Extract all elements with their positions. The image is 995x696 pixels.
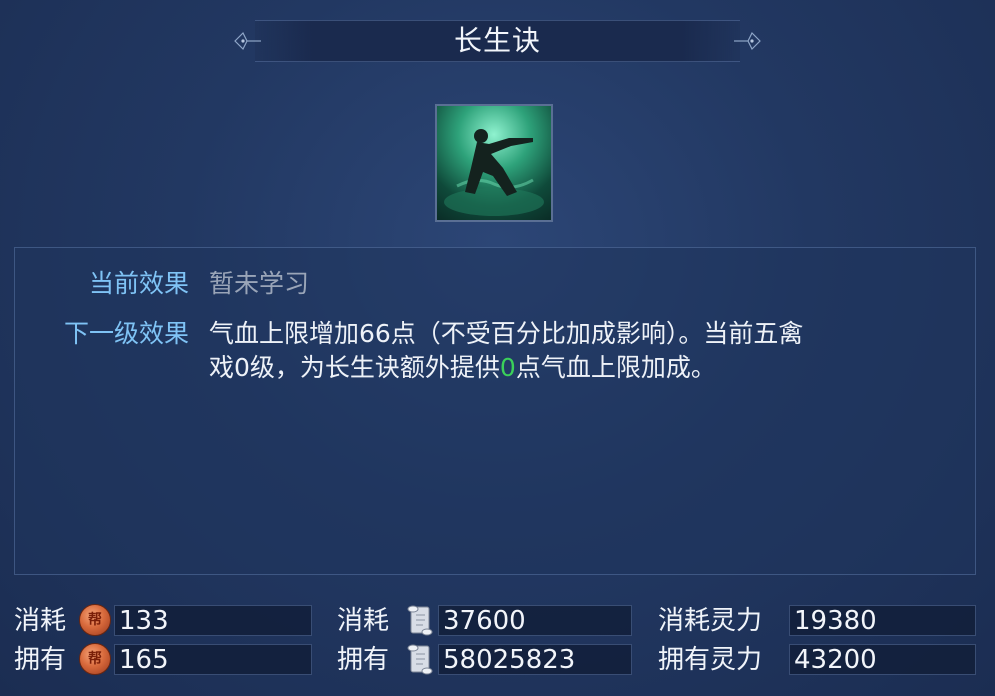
col3-own-label: 拥有灵力 bbox=[658, 645, 763, 675]
current-effect-value: 暂未学习 bbox=[209, 269, 310, 298]
col1-consume-box: 帮 133 bbox=[79, 604, 312, 636]
scroll-icon bbox=[407, 605, 433, 636]
col2-consume-label: 消耗 bbox=[337, 606, 390, 636]
col1-own-label: 拥有 bbox=[14, 645, 67, 675]
skill-figure-icon[interactable] bbox=[435, 104, 553, 222]
col2-consume-value: 37600 bbox=[443, 606, 526, 636]
next-effect-highlight: 0 bbox=[499, 353, 516, 382]
window-title: 长生诀 bbox=[453, 24, 541, 57]
col1-consume-label: 消耗 bbox=[14, 606, 67, 636]
col2-own-box: 58025823 bbox=[407, 644, 632, 675]
scroll-icon bbox=[407, 644, 433, 675]
next-effect-line2: 戏0级，为长生诀额外提供0点气血上限加成。 bbox=[209, 351, 949, 385]
skill-figure-art bbox=[444, 129, 544, 216]
title-ornament-right-icon bbox=[734, 31, 761, 51]
col3-own-value: 43200 bbox=[794, 645, 877, 675]
col3-consume-label: 消耗灵力 bbox=[658, 606, 763, 636]
col2-consume-box: 37600 bbox=[407, 605, 632, 636]
col3-consume-value: 19380 bbox=[794, 606, 877, 636]
col1-consume-value: 133 bbox=[119, 606, 169, 636]
col1-own-value: 165 bbox=[119, 645, 169, 675]
current-effect-label: 当前效果 bbox=[88, 269, 189, 298]
next-effect-line1: 气血上限增加66点（不受百分比加成影响）。当前五禽 bbox=[209, 319, 804, 348]
next-effect-label: 下一级效果 bbox=[63, 319, 189, 348]
col2-own-value: 58025823 bbox=[443, 645, 576, 675]
effect-panel: 当前效果 暂未学习 下一级效果 气血上限增加66点（不受百分比加成影响）。当前五… bbox=[14, 247, 976, 575]
col2-own-label: 拥有 bbox=[337, 645, 390, 675]
gang-coin-icon: 帮 bbox=[79, 604, 111, 636]
next-effect-line2-pre: 戏0级，为长生诀额外提供 bbox=[209, 353, 500, 382]
next-effect-value: 气血上限增加66点（不受百分比加成影响）。当前五禽 戏0级，为长生诀额外提供0点… bbox=[209, 317, 949, 385]
next-effect-line2-post: 点气血上限加成。 bbox=[515, 353, 716, 382]
col3-consume-box: 19380 bbox=[789, 605, 976, 636]
col3-own-box: 43200 bbox=[789, 644, 976, 675]
title-bar: 长生诀 bbox=[234, 20, 761, 62]
gang-coin-icon: 帮 bbox=[79, 643, 111, 675]
col1-own-box: 帮 165 bbox=[79, 643, 312, 675]
